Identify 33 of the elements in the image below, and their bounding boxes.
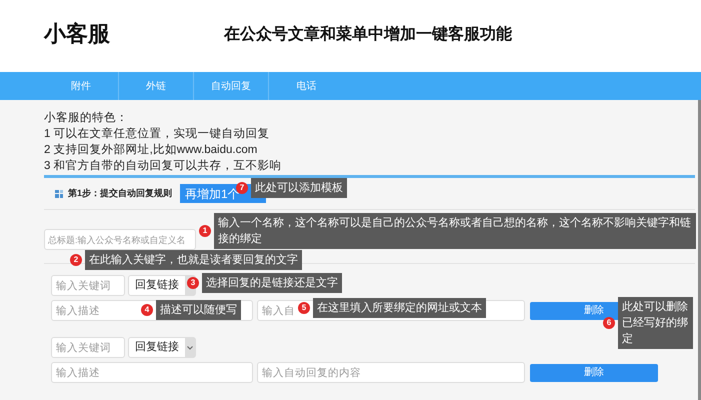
- feature-heading: 小客服的特色：: [44, 110, 129, 126]
- keyword-input-field[interactable]: 输入关键词: [51, 337, 125, 358]
- tooltip: 此处可以添加模板: [251, 178, 347, 198]
- tooltip: 在此输入关键字，也就是读者要回复的文字: [85, 250, 302, 270]
- reply-type-text: 回复链接: [135, 340, 179, 356]
- tooltip: 描述可以随便写: [156, 300, 241, 320]
- page-title: 在公众号文章和菜单中增加一键客服功能: [224, 24, 512, 45]
- scrollbar[interactable]: [698, 100, 701, 400]
- nav-tab[interactable]: 电话: [269, 72, 344, 100]
- grid-icon: [55, 190, 63, 198]
- reply-type-dropdown[interactable]: 回复链接: [128, 337, 196, 358]
- keyword-input-field[interactable]: 输入关键词: [51, 275, 125, 296]
- reply-content-input-field[interactable]: 输入自动回复的内容: [257, 362, 525, 383]
- step-number-badge: 6: [603, 317, 615, 329]
- nav-tab[interactable]: 外链: [119, 72, 194, 100]
- description-input-field[interactable]: 输入描述: [51, 362, 253, 383]
- feature-line: 3 和官方自带的自动回复可以共存，互不影响: [44, 158, 283, 174]
- nav-tab[interactable]: 附件: [44, 72, 119, 100]
- tooltip: 输入一个名称，这个名称可以是自己的公众号名称或者自己想的名称，这个名称不影响关键字和链接的绑定: [214, 213, 696, 249]
- reply-type-text: 回复链接: [135, 278, 179, 294]
- delete-button[interactable]: 删除: [530, 364, 658, 382]
- tooltip: 在这里填入所要绑定的网址或文本: [313, 298, 486, 318]
- step-number-badge: 2: [70, 254, 82, 266]
- feature-line: 2 支持回复外部网址,比如www.baidu.com: [44, 142, 258, 158]
- nav-tab[interactable]: 自动回复: [194, 72, 269, 100]
- tooltip: 选择回复的是链接还是文字: [202, 273, 342, 293]
- feature-line: 1 可以在文章任意位置，实现一键自动回复: [44, 126, 271, 142]
- tooltip: 此处可以删除已经写好的绑定: [618, 297, 693, 349]
- step-number-badge: 1: [199, 225, 211, 237]
- logo-text: 小客服: [44, 20, 111, 48]
- step-label: 第1步：提交自动回复规则: [68, 186, 174, 200]
- title-input-field[interactable]: 总标题:输入公众号名称或自定义名: [44, 229, 196, 250]
- step-number-badge: 3: [187, 277, 199, 289]
